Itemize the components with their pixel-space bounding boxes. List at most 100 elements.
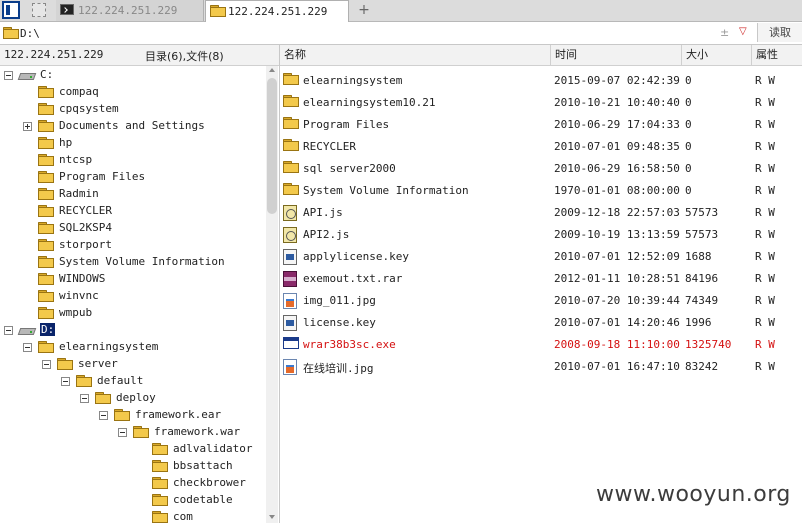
tree-folder[interactable]: deploy (0, 390, 266, 407)
tab-terminal[interactable]: 122.224.251.229 (56, 0, 204, 21)
tree-folder[interactable]: SQL2KSP4 (0, 220, 266, 237)
collapse-icon[interactable] (4, 71, 13, 80)
tree-folder[interactable]: RECYCLER (0, 203, 266, 220)
file-row[interactable]: elearningsystem 2015-09-07 02:42:39 0 R W (280, 69, 802, 91)
scroll-up-icon[interactable] (269, 68, 275, 72)
file-row[interactable]: 在线培训.jpg 2010-07-01 16:47:10 83242 R W (280, 355, 802, 377)
new-tab-button[interactable]: + (356, 1, 372, 19)
file-row[interactable]: sql server2000 2010-06-29 16:58:50 0 R W (280, 157, 802, 179)
tree-folder[interactable]: cpqsystem (0, 101, 266, 118)
file-row[interactable]: elearningsystem10.21 2010-10-21 10:40:40 0… (280, 91, 802, 113)
tab-file-manager[interactable]: 122.224.251.229 (205, 0, 349, 22)
folder-icon (38, 290, 54, 302)
tree-item-label: C: (40, 68, 54, 81)
drive-led (30, 76, 32, 78)
collapse-icon[interactable] (80, 394, 89, 403)
read-button[interactable]: 读取 (757, 23, 802, 42)
tree-folder[interactable]: com (0, 509, 266, 523)
file-row[interactable]: API2.js 2009-10-19 13:13:59 57573 R W (280, 223, 802, 245)
file-row[interactable]: img_011.jpg 2010-07-20 10:39:44 74349 R W (280, 289, 802, 311)
file-time: 2010-07-20 10:39:44 (554, 294, 680, 307)
key-file-icon (283, 249, 297, 265)
collapse-icon[interactable] (4, 326, 13, 335)
tree-folder[interactable]: codetable (0, 492, 266, 509)
expand-icon[interactable] (23, 122, 32, 131)
file-row[interactable]: System Volume Information 1970-01-01 08:0… (280, 179, 802, 201)
tree-folder[interactable]: elearningsystem (0, 339, 266, 356)
tree-folder[interactable]: ntcsp (0, 152, 266, 169)
tree-folder[interactable]: compaq (0, 84, 266, 101)
tree-folder[interactable]: server (0, 356, 266, 373)
folder-icon (38, 86, 54, 98)
tree-folder[interactable]: Documents and Settings (0, 118, 266, 135)
file-time: 2008-09-18 11:10:00 (554, 338, 680, 351)
tree-item-label: deploy (116, 391, 156, 404)
tree-item-label: storport (59, 238, 112, 251)
tree-drive[interactable]: D: (0, 322, 266, 339)
tree-item-label: cpqsystem (59, 102, 119, 115)
folder-icon (38, 120, 54, 132)
tree-item-label: compaq (59, 85, 99, 98)
file-time: 2010-07-01 12:52:09 (554, 250, 680, 263)
file-attr: R W (755, 206, 775, 219)
file-row[interactable]: API.js 2009-12-18 22:57:03 57573 R W (280, 201, 802, 223)
drive-led (30, 331, 32, 333)
watermark: www.wooyun.org (596, 482, 791, 507)
tree-folder[interactable]: wmpub (0, 305, 266, 322)
tree-folder[interactable]: Radmin (0, 186, 266, 203)
tree-folder[interactable]: winvnc (0, 288, 266, 305)
path-input[interactable] (20, 25, 750, 41)
scroll-thumb[interactable] (267, 78, 277, 214)
folder-icon (38, 205, 54, 217)
collapse-icon[interactable] (118, 428, 127, 437)
file-attr: R W (755, 338, 775, 351)
collapse-icon[interactable] (23, 343, 32, 352)
file-row[interactable]: applylicense.key 2010-07-01 12:52:09 1688 R… (280, 245, 802, 267)
file-size: 83242 (685, 360, 719, 373)
column-header-time[interactable]: 时间 (551, 45, 682, 65)
collapse-icon[interactable] (61, 377, 70, 386)
tree-drive[interactable]: C: (0, 67, 266, 84)
file-name: elearningsystem10.21 (303, 96, 436, 109)
tree-folder[interactable]: framework.war (0, 424, 266, 441)
column-header-name[interactable]: 名称 (280, 45, 551, 65)
file-time: 2010-06-29 17:04:33 (554, 118, 680, 131)
file-row[interactable]: exemout.txt.rar 2012-01-11 10:28:51 84196 R… (280, 267, 802, 289)
file-row[interactable]: wrar38b3sc.exe 2008-09-18 11:10:00 1325740… (280, 333, 802, 355)
tree-folder[interactable]: adlvalidator (0, 441, 266, 458)
column-header-size[interactable]: 大小 (682, 45, 752, 65)
tree-folder[interactable]: hp (0, 135, 266, 152)
dir-file-counts: 目录(6),文件(8) (145, 50, 224, 63)
file-size: 57573 (685, 206, 719, 219)
file-time: 2009-10-19 13:13:59 (554, 228, 680, 241)
tree-folder[interactable]: Program Files (0, 169, 266, 186)
tab-terminal-label: 122.224.251.229 (78, 4, 178, 17)
blank-tab-icon[interactable] (32, 3, 46, 17)
folder-icon (38, 239, 54, 251)
tree-folder[interactable]: storport (0, 237, 266, 254)
app-menu-icon[interactable] (2, 1, 20, 19)
tree-folder[interactable]: framework.ear (0, 407, 266, 424)
tree-item-label: server (78, 357, 118, 370)
tree-folder[interactable]: System Volume Information (0, 254, 266, 271)
file-attr: R W (755, 184, 775, 197)
file-row[interactable]: Program Files 2010-06-29 17:04:33 0 R W (280, 113, 802, 135)
image-file-icon (283, 359, 297, 375)
tree-folder[interactable]: checkbrower (0, 475, 266, 492)
chevron-down-icon[interactable]: ▽ (739, 26, 747, 37)
tree-folder[interactable]: bbsattach (0, 458, 266, 475)
file-row[interactable]: license.key 2010-07-01 14:20:46 1996 R W (280, 311, 802, 333)
collapse-icon[interactable] (99, 411, 108, 420)
tree-folder[interactable]: WINDOWS (0, 271, 266, 288)
plus-minus-icon[interactable]: ± (720, 26, 729, 39)
file-time: 2010-06-29 16:58:50 (554, 162, 680, 175)
column-header-attr[interactable]: 属性 (752, 45, 802, 65)
folder-icon (210, 5, 226, 17)
tree-folder[interactable]: default (0, 373, 266, 390)
collapse-icon[interactable] (42, 360, 51, 369)
tree-scrollbar[interactable] (266, 66, 278, 523)
directory-tree: C: compaq cpqsystem Documents and Settings h… (0, 66, 266, 523)
file-row[interactable]: RECYCLER 2010-07-01 09:48:35 0 R W (280, 135, 802, 157)
tree-item-label: WINDOWS (59, 272, 106, 285)
scroll-down-icon[interactable] (269, 515, 275, 519)
